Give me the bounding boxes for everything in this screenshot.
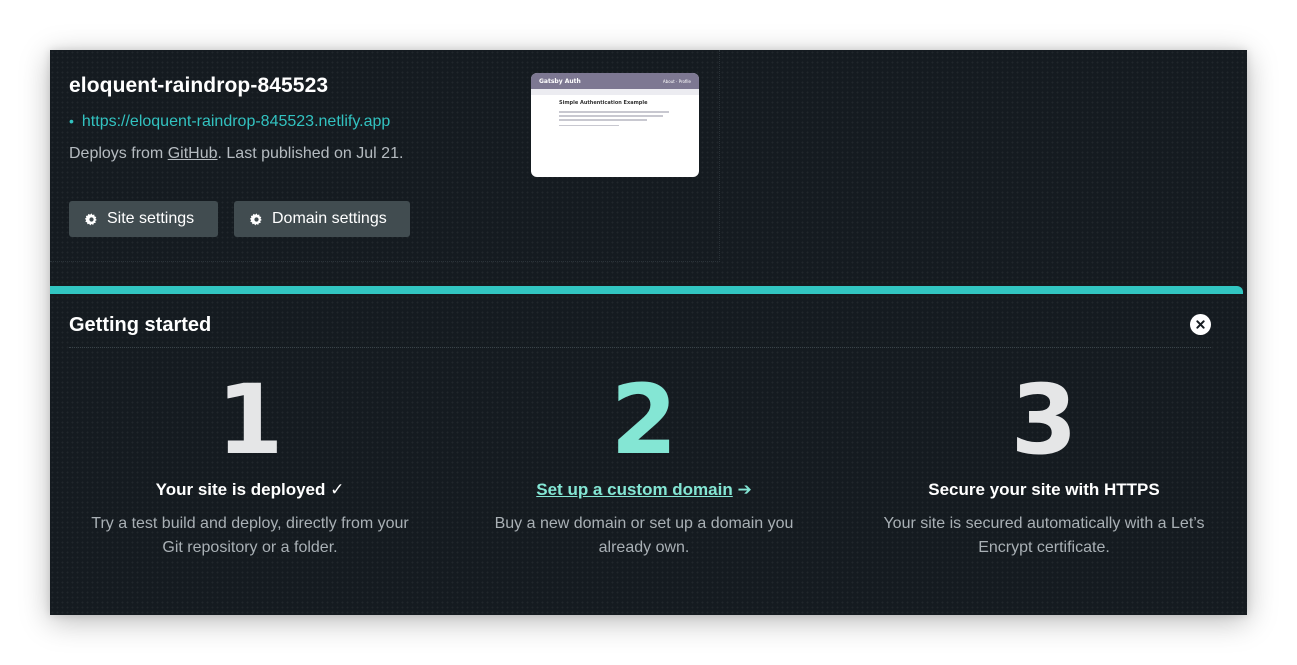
site-overview-panel: eloquent-raindrop-845523 • https://eloque…	[50, 50, 1247, 615]
step-description: Buy a new domain or set up a domain you …	[494, 515, 794, 556]
site-settings-button[interactable]: Site settings	[69, 201, 218, 237]
step-title: Secure your site with HTTPS	[928, 480, 1160, 499]
step-https: 3 Secure your site with HTTPS Your site …	[844, 370, 1244, 560]
preview-heading: Simple Authentication Example	[559, 100, 648, 106]
site-overview: eloquent-raindrop-845523 • https://eloque…	[50, 50, 720, 262]
preview-nav: About · Profile	[662, 78, 691, 84]
arrow-right-icon: ➔	[732, 480, 752, 499]
step-title: Your site is deployed ✓	[155, 480, 345, 499]
site-url-link[interactable]: https://eloquent-raindrop-845523.netlify…	[82, 113, 390, 130]
preview-text-line	[559, 124, 619, 126]
github-link[interactable]: GitHub	[168, 145, 218, 162]
deploy-prefix: Deploys from	[69, 145, 168, 162]
site-url-row: • https://eloquent-raindrop-845523.netlif…	[69, 113, 390, 131]
getting-started-accent-bar	[50, 286, 1243, 294]
preview-body: Simple Authentication Example	[531, 95, 699, 134]
step-number: 3	[1010, 364, 1078, 476]
site-settings-label: Site settings	[107, 210, 195, 227]
bullet-icon: •	[69, 113, 74, 129]
deploy-suffix: . Last published on Jul 21.	[217, 145, 404, 162]
getting-started-title: Getting started	[69, 314, 212, 336]
close-button[interactable]	[1190, 314, 1211, 335]
step-title: Set up a custom domain ➔	[444, 480, 844, 502]
preview-text-line	[559, 115, 663, 117]
getting-started-divider	[69, 347, 1211, 348]
preview-text-line	[559, 119, 647, 121]
close-icon	[1196, 320, 1205, 329]
custom-domain-link[interactable]: Set up a custom domain	[536, 480, 732, 499]
step-description: Your site is secured automatically with …	[883, 515, 1205, 556]
preview-title: Gatsby Auth	[539, 77, 581, 85]
domain-settings-label: Domain settings	[272, 210, 387, 227]
step-number: 2	[610, 364, 678, 476]
deploy-info: Deploys from GitHub. Last published on J…	[69, 145, 403, 163]
step-number: 1	[216, 364, 284, 476]
step-description: Try a test build and deploy, directly fr…	[91, 515, 409, 556]
step-custom-domain: 2 Set up a custom domain ➔ Buy a new dom…	[444, 370, 844, 560]
domain-settings-button[interactable]: Domain settings	[234, 201, 410, 237]
gear-icon	[250, 212, 262, 225]
preview-text-line	[559, 111, 669, 113]
site-name: eloquent-raindrop-845523	[69, 74, 329, 97]
preview-header: Gatsby Auth About · Profile	[531, 73, 699, 89]
step-deployed: 1 Your site is deployed ✓ Try a test bui…	[50, 370, 450, 560]
site-preview-thumbnail[interactable]: Gatsby Auth About · Profile Simple Authe…	[531, 73, 699, 177]
gear-icon	[85, 212, 97, 225]
